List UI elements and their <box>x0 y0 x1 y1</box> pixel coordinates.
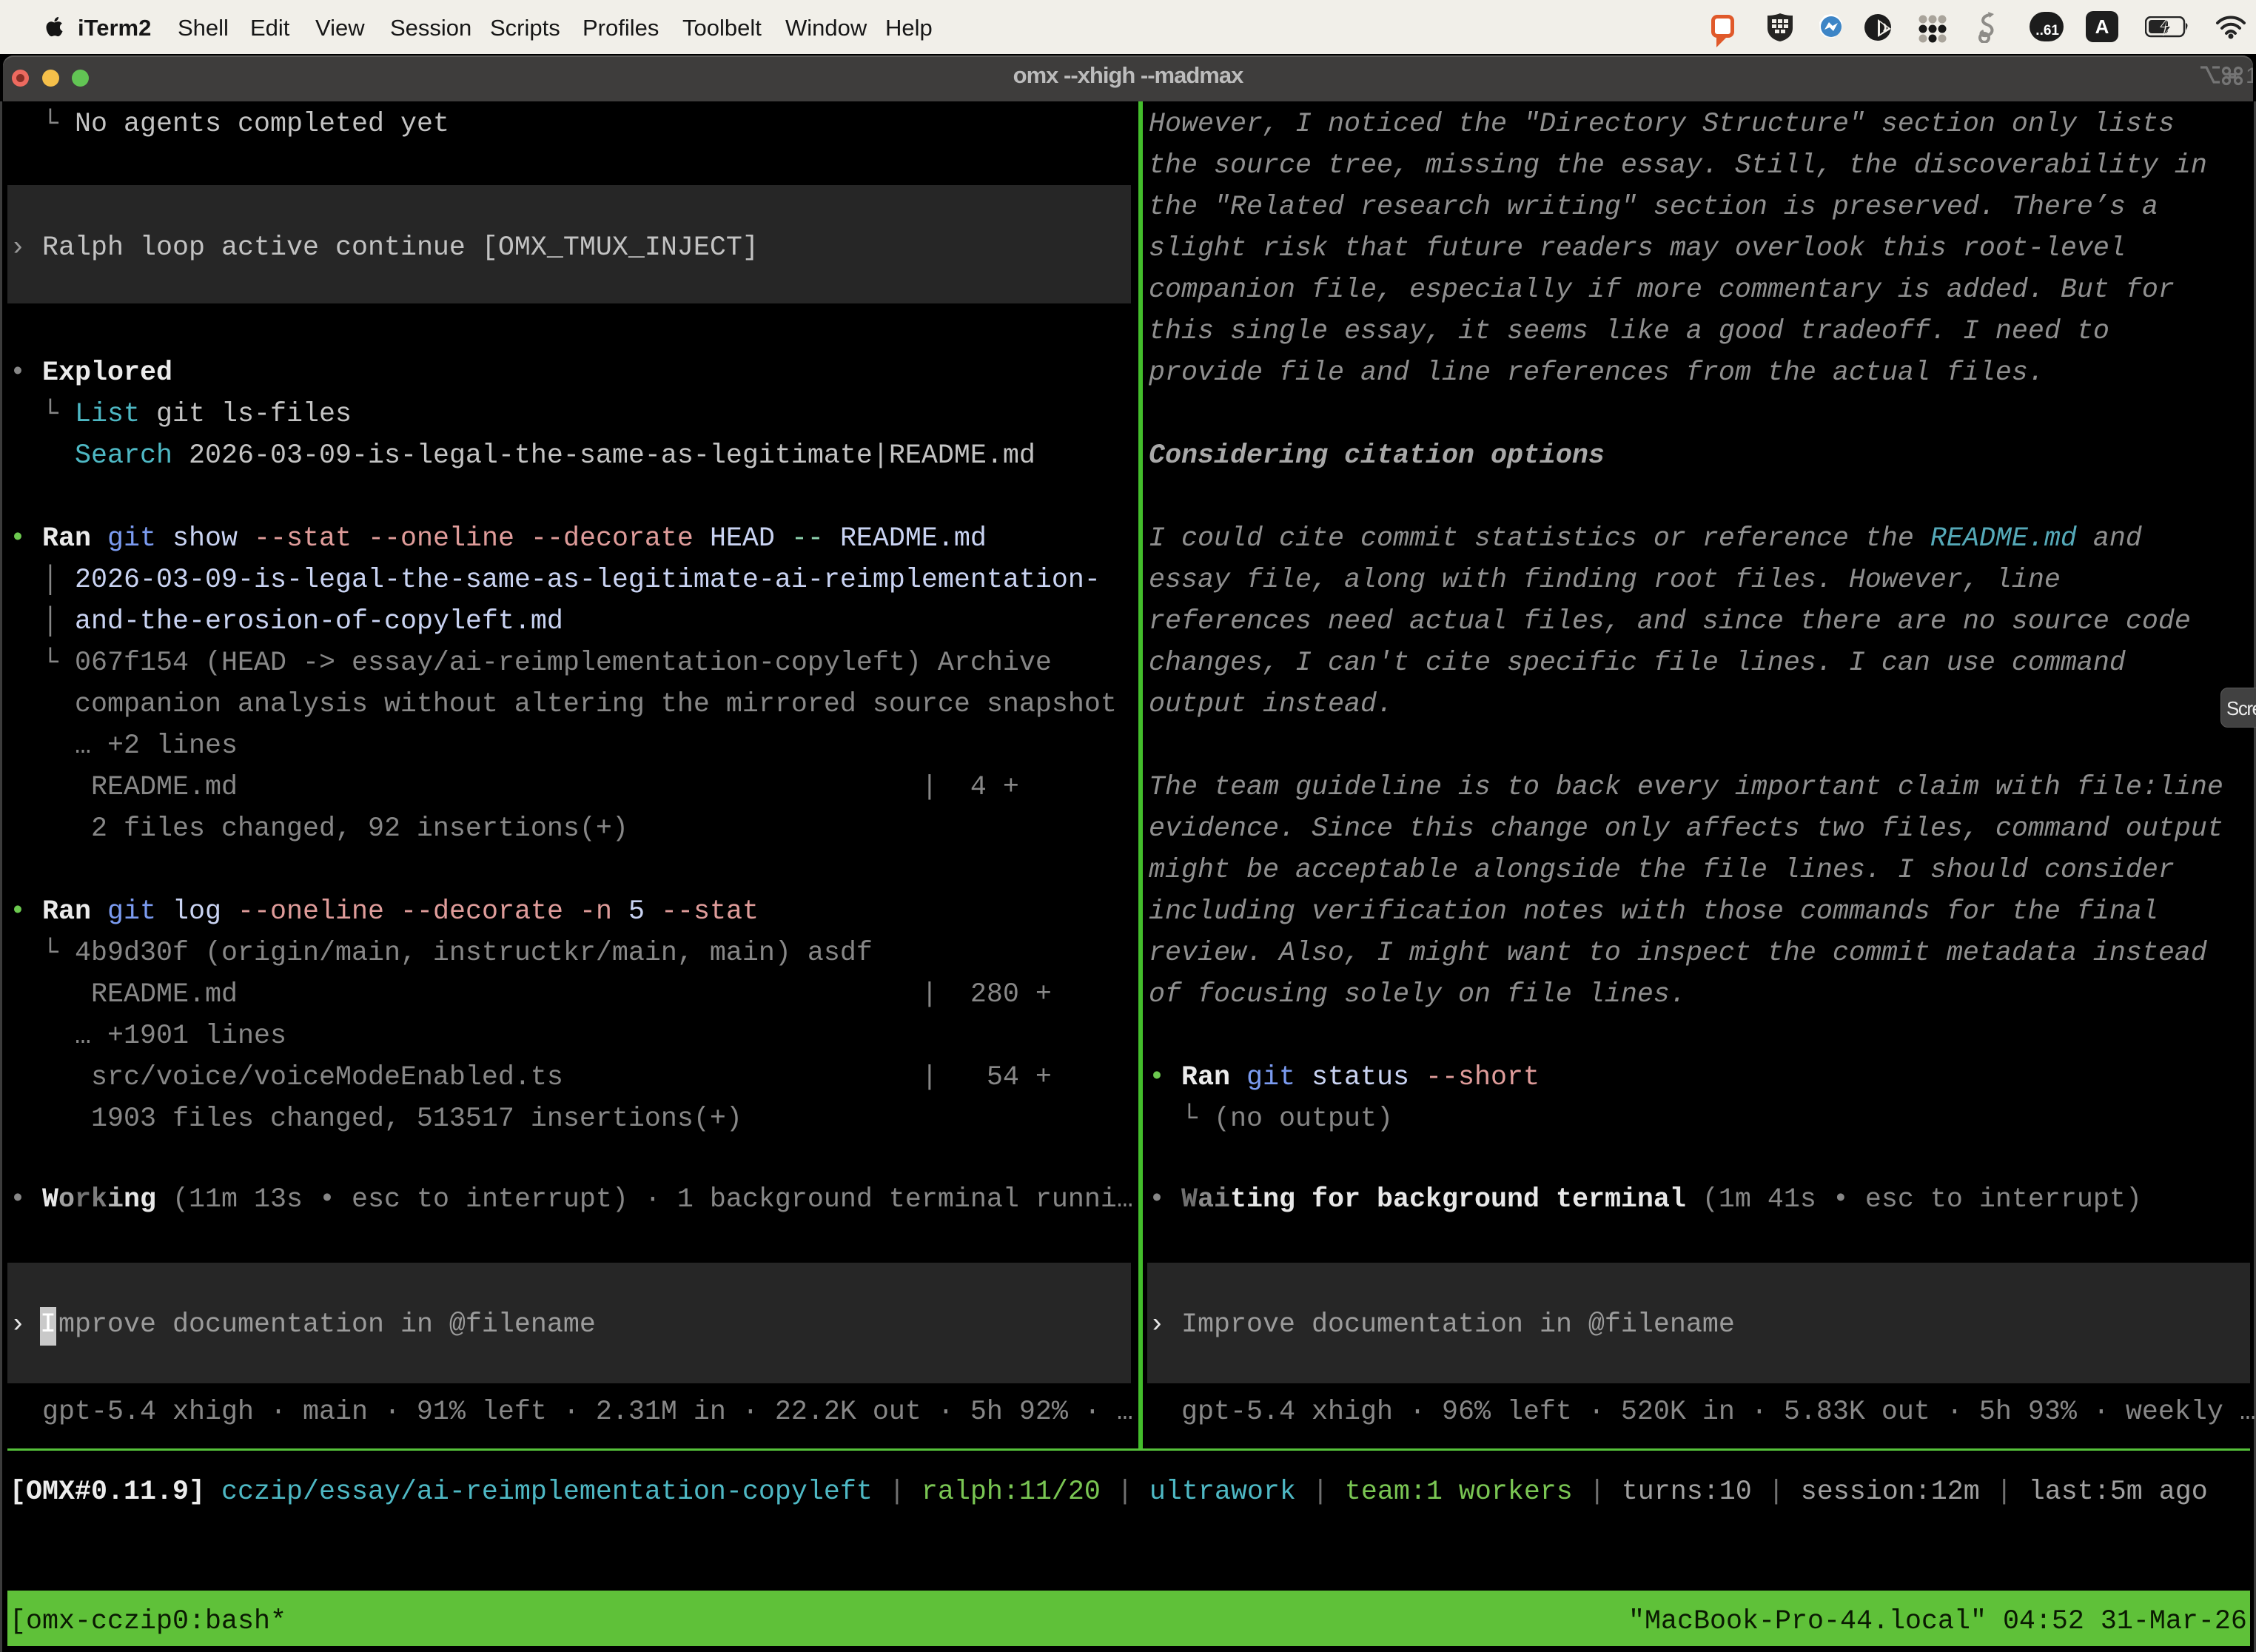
svg-text:1: 1 <box>2246 65 2253 86</box>
